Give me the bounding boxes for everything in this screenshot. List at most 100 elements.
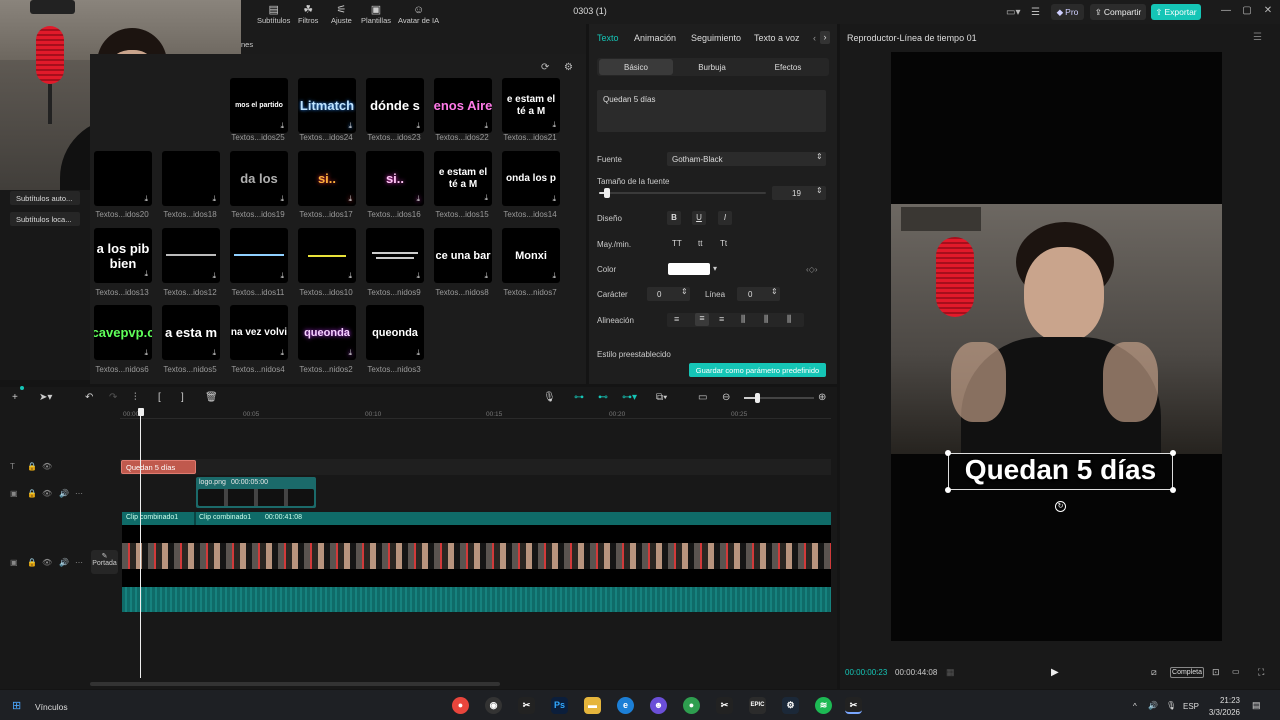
font-size-stepper-icon[interactable]: ⇕ — [816, 186, 823, 195]
epic-games-icon[interactable]: EPIC — [749, 697, 766, 714]
language-indicator[interactable]: ESP — [1183, 702, 1199, 711]
eye-icon[interactable]: 👁 — [42, 558, 52, 567]
lock-icon[interactable]: 🔒 — [27, 462, 37, 471]
zoom-out-icon[interactable]: ⊖ — [722, 392, 730, 403]
microphone-icon[interactable]: 🎙 — [543, 392, 556, 403]
settings-icon[interactable]: ⚙ — [564, 62, 573, 73]
redo-icon[interactable]: ↷ — [109, 392, 117, 403]
playhead[interactable] — [140, 416, 141, 678]
capcut-active-icon[interactable]: ✂ — [845, 697, 862, 714]
template-tile[interactable]: si.. ⤓ — [298, 151, 356, 206]
steam-icon[interactable]: ⚙ — [782, 697, 799, 714]
tab-animation[interactable]: Animación — [634, 33, 676, 43]
obs-icon[interactable]: ◉ — [485, 697, 502, 714]
tool-templates[interactable]: ▣ Plantillas — [361, 4, 391, 25]
link-icon[interactable]: ⊷ — [598, 392, 608, 403]
resize-handle[interactable] — [945, 487, 951, 493]
tab-text-to-speech[interactable]: Texto a voz — [754, 33, 800, 43]
template-tile[interactable]: si.. ⤓ — [366, 151, 424, 206]
tray-arrow-icon[interactable]: ^ — [1133, 702, 1137, 711]
lock-icon[interactable]: 🔒 — [27, 558, 37, 567]
tab-text[interactable]: Texto — [597, 33, 619, 43]
font-select[interactable]: Gotham-Black — [667, 152, 826, 166]
more-icon[interactable]: ⋯ — [75, 489, 83, 498]
audio-icon[interactable]: 🔊 — [59, 558, 69, 567]
layout-icon[interactable]: ▭▾ — [1006, 7, 1020, 18]
share-button[interactable]: ⇪ Compartir — [1090, 4, 1146, 20]
delete-icon[interactable]: 🗑 — [205, 392, 218, 403]
timeline-scrollbar[interactable] — [90, 682, 500, 686]
text-clip[interactable]: Quedan 5 días — [121, 460, 196, 474]
font-size-slider-handle[interactable] — [604, 188, 611, 198]
template-tile[interactable]: queonda ⤓ — [298, 305, 356, 360]
zoom-in-icon[interactable]: ⊕ — [818, 392, 826, 403]
undo-icon[interactable]: ↶ — [85, 392, 93, 403]
screenshot-icon[interactable]: ⊡ — [1212, 667, 1220, 678]
save-preset-button[interactable]: Guardar como parámetro predefinido — [689, 363, 826, 377]
template-tile[interactable]: ⤓ — [162, 228, 220, 283]
mic-tray-icon[interactable]: 🎙 — [1166, 701, 1176, 710]
tool-subtitles[interactable]: ▤ Subtítulos — [257, 4, 290, 25]
align-middle-icon[interactable]: ⫼ — [764, 314, 768, 325]
case-upper-button[interactable]: TT — [672, 239, 682, 248]
align-left-icon[interactable]: ≡ — [674, 314, 679, 324]
color-dropdown-icon[interactable]: ▾ — [713, 264, 717, 273]
trim-left-icon[interactable]: [ — [158, 392, 161, 403]
template-tile[interactable]: ⤓ — [94, 151, 152, 206]
crop-icon[interactable]: ⧄ — [1151, 667, 1157, 678]
template-tile[interactable]: ⤓ — [298, 228, 356, 283]
template-tile[interactable]: e estam el té a M ⤓ — [434, 151, 492, 206]
template-tile[interactable]: ⤓ — [230, 228, 288, 283]
playhead-handle[interactable] — [138, 408, 144, 416]
capcut-icon[interactable]: ✂ — [518, 697, 535, 714]
minimize-icon[interactable]: — — [1218, 5, 1234, 16]
template-tile[interactable]: ce una bar ⤓ — [434, 228, 492, 283]
export-button[interactable]: ⇧ Exportar — [1151, 4, 1201, 20]
text-color-swatch[interactable] — [668, 263, 710, 275]
case-lower-button[interactable]: tt — [698, 239, 702, 248]
capcut-2-icon[interactable]: ✂ — [716, 697, 733, 714]
template-tile[interactable]: da los ⤓ — [230, 151, 288, 206]
template-tile[interactable]: mos el partido ⤓ — [230, 78, 288, 133]
volume-icon[interactable]: 🔊 — [1148, 701, 1158, 710]
italic-icon[interactable]: I — [718, 211, 732, 225]
align-center-icon[interactable]: ≡ — [695, 313, 709, 326]
play-icon[interactable]: ▶ — [1051, 667, 1059, 678]
resize-handle[interactable] — [1170, 487, 1176, 493]
eye-icon[interactable]: 👁 — [42, 489, 52, 498]
font-size-slider-track[interactable] — [599, 192, 766, 194]
template-tile[interactable]: onda los p ⤓ — [502, 151, 560, 206]
trim-right-icon[interactable]: ] — [181, 392, 184, 403]
player-menu-icon[interactable]: ☰ — [1253, 32, 1262, 43]
sidebar-item-local-subtitles[interactable]: Subtítulos loca... — [10, 212, 80, 226]
keyframe-icon[interactable]: ‹◇› — [806, 265, 817, 274]
template-tile[interactable]: a esta m ⤓ — [162, 305, 220, 360]
caption-track-icon[interactable]: ▭ — [698, 392, 707, 403]
template-tile[interactable]: dónde s ⤓ — [366, 78, 424, 133]
tabs-scroll-right-icon[interactable]: › — [820, 31, 830, 44]
refresh-icon[interactable]: ⟳ — [541, 62, 549, 73]
char-spacing-stepper-icon[interactable]: ⇕ — [681, 287, 688, 296]
fullscreen-icon[interactable]: ⛶ — [1258, 667, 1264, 678]
template-tile[interactable]: queonda ⤓ — [366, 305, 424, 360]
template-tile[interactable]: a los pib bien ⤓ — [94, 228, 152, 283]
template-tile[interactable]: e estam el té a M ⤓ — [502, 78, 560, 133]
menu-icon[interactable]: ☰ — [1031, 7, 1040, 18]
pro-button[interactable]: ◆ Pro — [1051, 4, 1084, 20]
discord-icon[interactable]: ☻ — [650, 697, 667, 714]
align-bottom-icon[interactable]: ⫼ — [787, 314, 791, 325]
audio-icon[interactable]: 🔊 — [59, 489, 69, 498]
cover-button[interactable]: ✎ Portada — [91, 550, 118, 574]
underline-icon[interactable]: U — [692, 211, 706, 225]
maximize-icon[interactable]: ▢ — [1239, 5, 1255, 16]
quality-button[interactable]: Completa — [1170, 667, 1204, 678]
timecode-grid-icon[interactable]: ▦ — [946, 667, 955, 678]
taskbar-links[interactable]: Vínculos — [35, 702, 68, 712]
template-tile[interactable]: ⤓ — [366, 228, 424, 283]
template-tile[interactable]: Monxi ⤓ — [502, 228, 560, 283]
add-icon[interactable]: + — [12, 392, 18, 403]
subtab-bubble[interactable]: Burbuja — [675, 63, 749, 72]
tool-adjust[interactable]: ⚟ Ajuste — [331, 4, 352, 25]
folder-icon[interactable]: ▬ — [584, 697, 601, 714]
edge-icon[interactable]: e — [617, 697, 634, 714]
